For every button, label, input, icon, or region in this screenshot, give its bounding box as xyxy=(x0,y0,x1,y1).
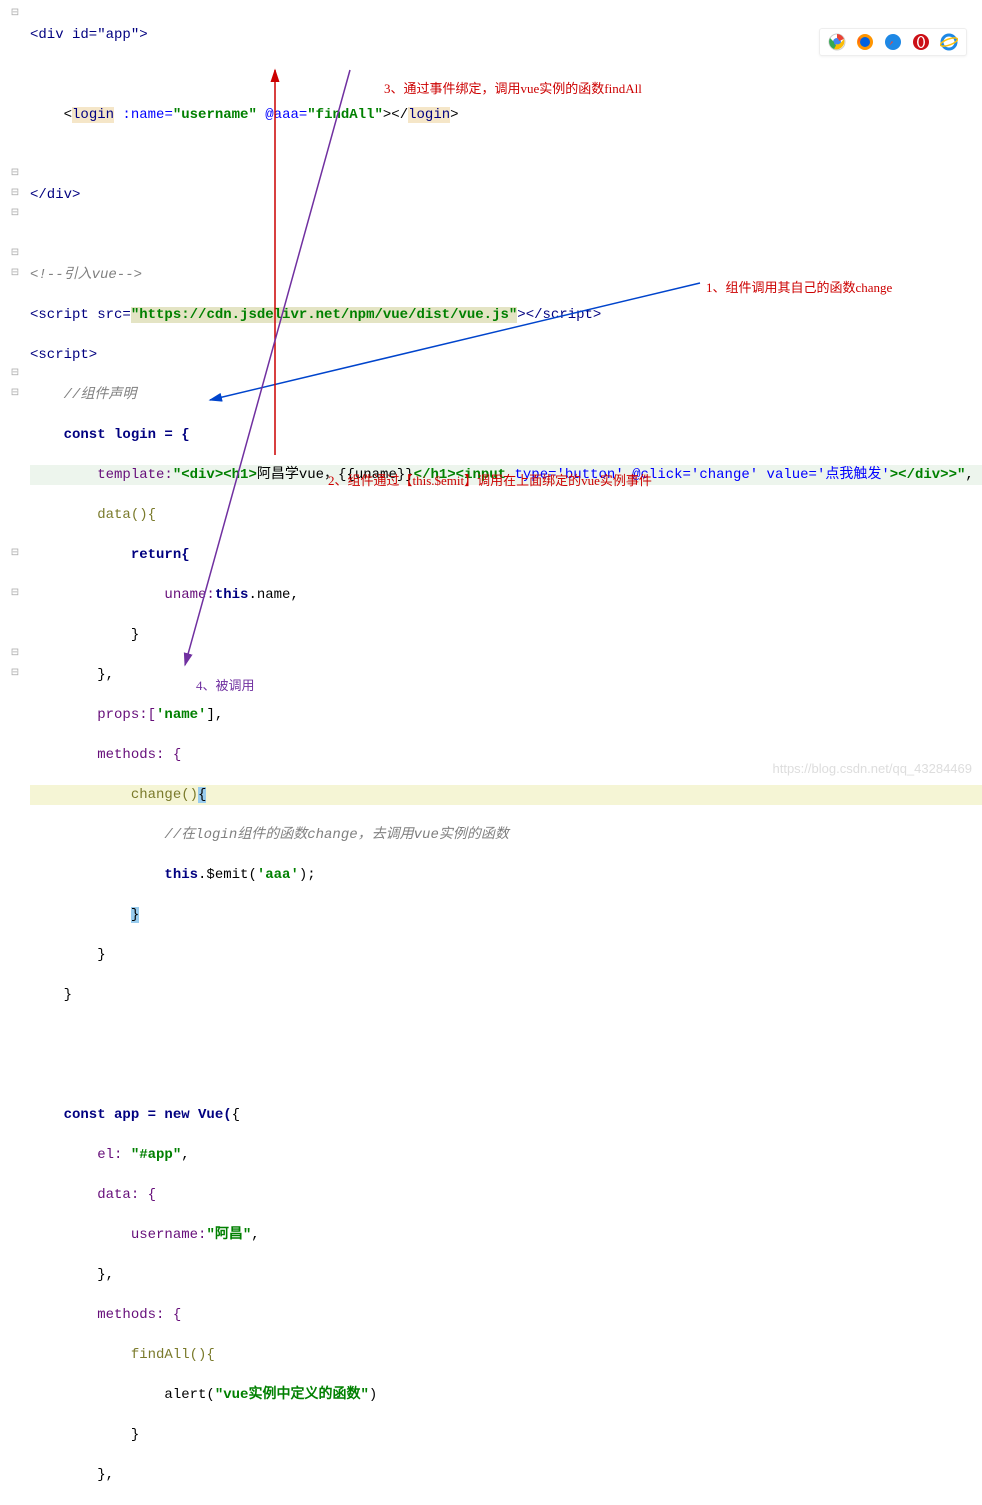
fold-icon[interactable]: ⊟ xyxy=(10,169,20,179)
code-line: findAll(){ xyxy=(30,1345,982,1365)
firefox-icon[interactable] xyxy=(856,33,874,51)
code-line: uname:this.name, xyxy=(30,585,982,605)
fold-icon[interactable]: ⊟ xyxy=(10,589,20,599)
code-line: <script> xyxy=(30,345,982,365)
fold-icon[interactable]: ⊟ xyxy=(10,549,20,559)
code-line: }, xyxy=(30,1265,982,1285)
code-line: </div> xyxy=(30,185,982,205)
code-line: } xyxy=(30,945,982,965)
fold-icon[interactable]: ⊟ xyxy=(10,389,20,399)
annotation-3: 3、通过事件绑定，调用vue实例的函数findAll xyxy=(384,78,642,97)
code-line xyxy=(30,225,982,245)
code-line: this.$emit('aaa'); xyxy=(30,865,982,885)
code-line xyxy=(30,1025,982,1045)
fold-icon[interactable]: ⊟ xyxy=(10,369,20,379)
code-line: data(){ xyxy=(30,505,982,525)
code-line: } xyxy=(30,625,982,645)
code-line: } xyxy=(30,905,982,925)
code-line: //组件声明 xyxy=(30,385,982,405)
code-line xyxy=(30,145,982,165)
ie-icon[interactable] xyxy=(940,33,958,51)
opera-icon[interactable] xyxy=(912,33,930,51)
code-line: const app = new Vue({ xyxy=(30,1105,982,1125)
gutter: ⊟ ⊟ ⊟ ⊟ ⊟ ⊟ ⊟ ⊟ ⊟ ⊟ ⊟ ⊟ xyxy=(0,0,25,781)
annotation-4: 4、被调用 xyxy=(196,675,255,694)
watermark: https://blog.csdn.net/qq_43284469 xyxy=(773,761,973,776)
code-line: <login :name="username" @aaa="findAll"><… xyxy=(30,105,982,125)
code-line: }, xyxy=(30,665,982,685)
code-line: //在login组件的函数change，去调用vue实例的函数 xyxy=(30,825,982,845)
code-editor[interactable]: <div id="app"> <login :name="username" @… xyxy=(0,0,982,1505)
browser-icons-bar xyxy=(819,28,967,56)
code-line: const login = { xyxy=(30,425,982,445)
fold-icon[interactable]: ⊟ xyxy=(10,9,20,19)
fold-icon[interactable]: ⊟ xyxy=(10,189,20,199)
annotation-2: 2、组件通过【this.$emit】调用在上面绑定的vue实例事件 xyxy=(328,470,652,489)
fold-icon[interactable]: ⊟ xyxy=(10,669,20,679)
code-line: data: { xyxy=(30,1185,982,1205)
fold-icon[interactable]: ⊟ xyxy=(10,649,20,659)
safari-icon[interactable] xyxy=(884,33,902,51)
fold-icon[interactable]: ⊟ xyxy=(10,249,20,259)
code-line xyxy=(30,1065,982,1085)
code-line: alert("vue实例中定义的函数") xyxy=(30,1385,982,1405)
code-line: username:"阿昌", xyxy=(30,1225,982,1245)
fold-icon[interactable]: ⊟ xyxy=(10,209,20,219)
code-line: methods: { xyxy=(30,1305,982,1325)
code-line: change(){ xyxy=(30,785,982,805)
code-line: } xyxy=(30,1425,982,1445)
annotation-1: 1、组件调用其自己的函数change xyxy=(706,277,892,296)
code-line: props:['name'], xyxy=(30,705,982,725)
code-line: } xyxy=(30,985,982,1005)
code-line: <script src="https://cdn.jsdelivr.net/np… xyxy=(30,305,982,325)
chrome-icon[interactable] xyxy=(828,33,846,51)
fold-icon[interactable]: ⊟ xyxy=(10,269,20,279)
code-line: return{ xyxy=(30,545,982,565)
code-line: }, xyxy=(30,1465,982,1485)
code-line: el: "#app", xyxy=(30,1145,982,1165)
